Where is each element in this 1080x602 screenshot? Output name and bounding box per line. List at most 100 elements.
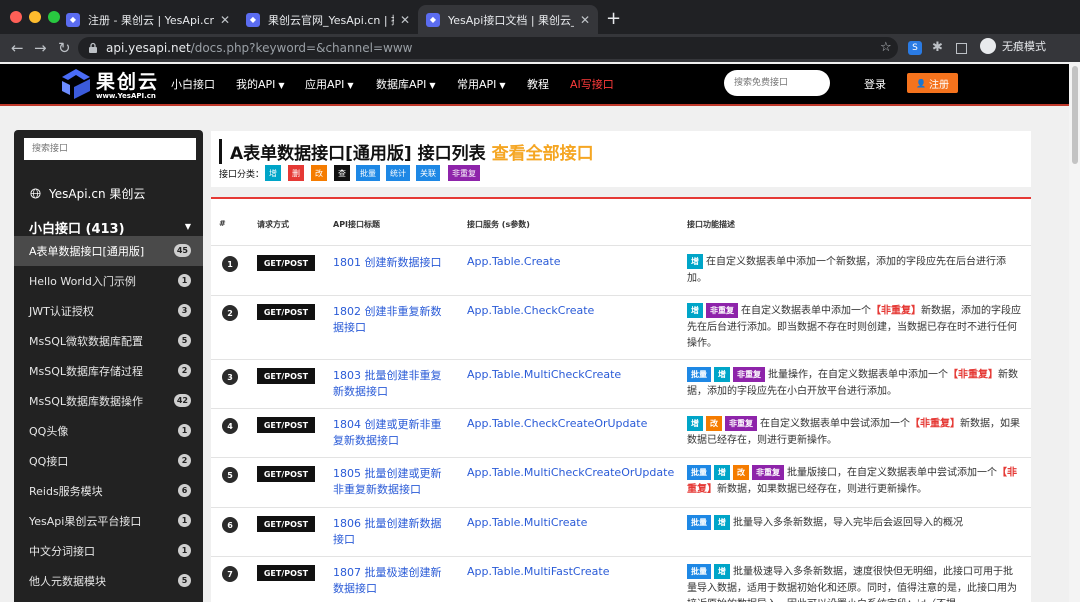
- yesapi-logo-icon[interactable]: [58, 67, 94, 101]
- highlight-text: 【非重复】: [910, 418, 960, 430]
- sidebar-item[interactable]: MsSQL数据库数据操作 42: [14, 386, 203, 416]
- sidebar-item[interactable]: 中文分词接口 1: [14, 536, 203, 566]
- sidebar-item[interactable]: A表单数据接口[通用版] 45: [14, 236, 203, 266]
- api-service-link[interactable]: App.Table.MultiFastCreate: [467, 565, 609, 578]
- api-title-link[interactable]: 1807 批量极速创建新数据接口: [333, 565, 449, 597]
- sidebar-search-input[interactable]: [24, 138, 196, 160]
- caret-down-icon: ▼: [429, 81, 436, 90]
- description-tag: 非重复: [725, 416, 757, 431]
- category-tag-add[interactable]: 增: [265, 165, 281, 181]
- menu-ai-write-api[interactable]: AI写接口: [570, 76, 614, 92]
- sidebar-item[interactable]: JWT认证授权 3: [14, 296, 203, 326]
- back-arrow-icon[interactable]: ←: [11, 39, 24, 57]
- yesapi-favicon-icon: ◆: [246, 12, 260, 27]
- reload-icon[interactable]: ↻: [58, 39, 71, 57]
- category-tag-delete[interactable]: 删: [288, 165, 304, 181]
- category-tag-stats[interactable]: 统计: [386, 165, 410, 181]
- api-service-link[interactable]: App.Table.MultiCreate: [467, 516, 587, 529]
- description-tag: 批量: [687, 465, 711, 480]
- highlight-text: 【非重复】: [948, 369, 998, 381]
- api-description: 增改非重复 在自定义数据表单中尝试添加一个【非重复】新数据，如果数据已经存在，则进…: [687, 416, 1021, 449]
- sidebar-brand[interactable]: YesApi.cn 果创云: [30, 185, 145, 202]
- sidebar-item[interactable]: Hello World入门示例 1: [14, 266, 203, 296]
- incognito-indicator[interactable]: 无痕模式: [980, 38, 1046, 54]
- sidebar-item[interactable]: YesApi果创云平台接口 1: [14, 506, 203, 536]
- new-tab-icon[interactable]: +: [606, 8, 621, 29]
- sidebar-item[interactable]: Reids服务模块 6: [14, 476, 203, 506]
- description-tag: 增: [714, 465, 730, 480]
- close-tab-icon[interactable]: ✕: [220, 13, 230, 27]
- api-service-link[interactable]: App.Table.MultiCheckCreate: [467, 368, 621, 381]
- api-service-link[interactable]: App.Table.CheckCreateOrUpdate: [467, 417, 647, 430]
- method-badge: GET/POST: [257, 516, 315, 532]
- category-tag-relation[interactable]: 关联: [416, 165, 440, 181]
- header-search-input[interactable]: [724, 70, 830, 96]
- api-title-link[interactable]: 1806 批量创建新数据接口: [333, 516, 449, 548]
- extension-s-icon[interactable]: S: [908, 41, 922, 55]
- sidebar-item[interactable]: MsSQL数据库存储过程 2: [14, 356, 203, 386]
- sidebar-item[interactable]: MsSQL微软数据库配置 5: [14, 326, 203, 356]
- menu-xiaobai[interactable]: 小白接口: [171, 76, 215, 92]
- extensions-puzzle-icon[interactable]: ✱: [932, 40, 943, 55]
- caret-down-icon: ▼: [278, 81, 285, 90]
- api-description: 批量增批量极速导入多条新数据，速度很快但无明细，此接口可用于批量导入数据，适用于…: [687, 564, 1021, 602]
- sidebar-item[interactable]: 他人元数据模块 5: [14, 566, 203, 596]
- divider: [211, 507, 1031, 508]
- description-tag: 批量: [687, 367, 711, 382]
- sidebar-item[interactable]: QQ头像 1: [14, 416, 203, 446]
- category-tag-update[interactable]: 改: [311, 165, 327, 181]
- lock-icon: [89, 42, 97, 53]
- api-title-link[interactable]: 1802 创建非重复新数据接口: [333, 304, 449, 336]
- divider: [211, 457, 1031, 458]
- category-tag-batch[interactable]: 批量: [356, 165, 380, 181]
- menu-common-api[interactable]: 常用API ▼: [457, 76, 506, 92]
- row-number: 4: [222, 418, 238, 434]
- menu-database-api[interactable]: 数据库API ▼: [376, 76, 436, 92]
- api-title-link[interactable]: 1801 创建新数据接口: [333, 255, 449, 271]
- count-badge: 6: [178, 484, 191, 497]
- menu-app-api[interactable]: 应用API ▼: [305, 76, 354, 92]
- category-tag-nonduplicate[interactable]: 非重复: [448, 165, 480, 181]
- menu-my-api[interactable]: 我的API ▼: [236, 76, 285, 92]
- description-text: 批量导入多条新数据，导入完毕后会返回导入的概况: [733, 517, 963, 529]
- browser-tab-3[interactable]: ◆ YesApi接口文档 | 果创云_数据库... ✕: [418, 5, 598, 34]
- minimize-window-button[interactable]: [29, 11, 41, 23]
- close-tab-icon[interactable]: ✕: [580, 13, 590, 27]
- description-tag: 增: [714, 367, 730, 382]
- category-tag-query[interactable]: 查: [334, 165, 350, 181]
- api-title-link[interactable]: 1805 批量创建或更新非重复新数据接口: [333, 466, 449, 498]
- brand-name[interactable]: 果创云: [96, 67, 159, 94]
- browser-tab-2[interactable]: ◆ 果创云官网_YesApi.cn | 接口云... ✕: [238, 5, 418, 34]
- close-window-button[interactable]: [10, 11, 22, 23]
- login-link[interactable]: 登录: [864, 76, 886, 92]
- count-badge: 1: [178, 424, 191, 437]
- forward-arrow-icon[interactable]: →: [34, 39, 47, 57]
- page-scrollbar-thumb[interactable]: [1072, 66, 1078, 164]
- close-tab-icon[interactable]: ✕: [400, 13, 410, 27]
- globe-icon: [30, 188, 41, 199]
- sidebar-item[interactable]: QQ接口 2: [14, 446, 203, 476]
- api-service-link[interactable]: App.Table.MultiCheckCreateOrUpdate: [467, 466, 674, 479]
- column-header: API接口标题: [333, 220, 381, 229]
- method-badge: GET/POST: [257, 417, 315, 433]
- incognito-icon: [980, 38, 996, 54]
- menu-tutorial[interactable]: 教程: [527, 76, 549, 92]
- api-service-link[interactable]: App.Table.CheckCreate: [467, 304, 594, 317]
- api-description: 批量增非重复 批量操作，在自定义数据表单中添加一个【非重复】新数据，添加的字段应先…: [687, 367, 1021, 400]
- sidebar: YesApi.cn 果创云 小白接口 (413) ▼ A表单数据接口[通用版]4…: [14, 130, 203, 602]
- register-button[interactable]: 👤 注册: [907, 73, 958, 93]
- view-all-link[interactable]: 查看全部接口: [492, 144, 594, 164]
- browser-toolbar: ← → ↻ api.yesapi.net/docs.php?keyword=&c…: [0, 34, 1080, 62]
- count-badge: 1: [178, 514, 191, 527]
- address-bar[interactable]: api.yesapi.net/docs.php?keyword=&channel…: [78, 37, 898, 59]
- count-badge: 3: [178, 304, 191, 317]
- api-title-link[interactable]: 1803 批量创建非重复新数据接口: [333, 368, 449, 400]
- api-service-link[interactable]: App.Table.Create: [467, 255, 560, 268]
- description-tag: 增: [714, 515, 730, 530]
- browser-tab-1[interactable]: ◆ 注册 - 果创云 | YesApi.cn ✕: [58, 5, 238, 34]
- api-title-link[interactable]: 1804 创建或更新非重复新数据接口: [333, 417, 449, 449]
- bookmark-star-icon[interactable]: ☆: [880, 40, 892, 55]
- method-badge: GET/POST: [257, 255, 315, 271]
- sidebar-group-xiaobai[interactable]: 小白接口 (413) ▼: [29, 218, 191, 237]
- side-panel-icon[interactable]: [956, 43, 967, 54]
